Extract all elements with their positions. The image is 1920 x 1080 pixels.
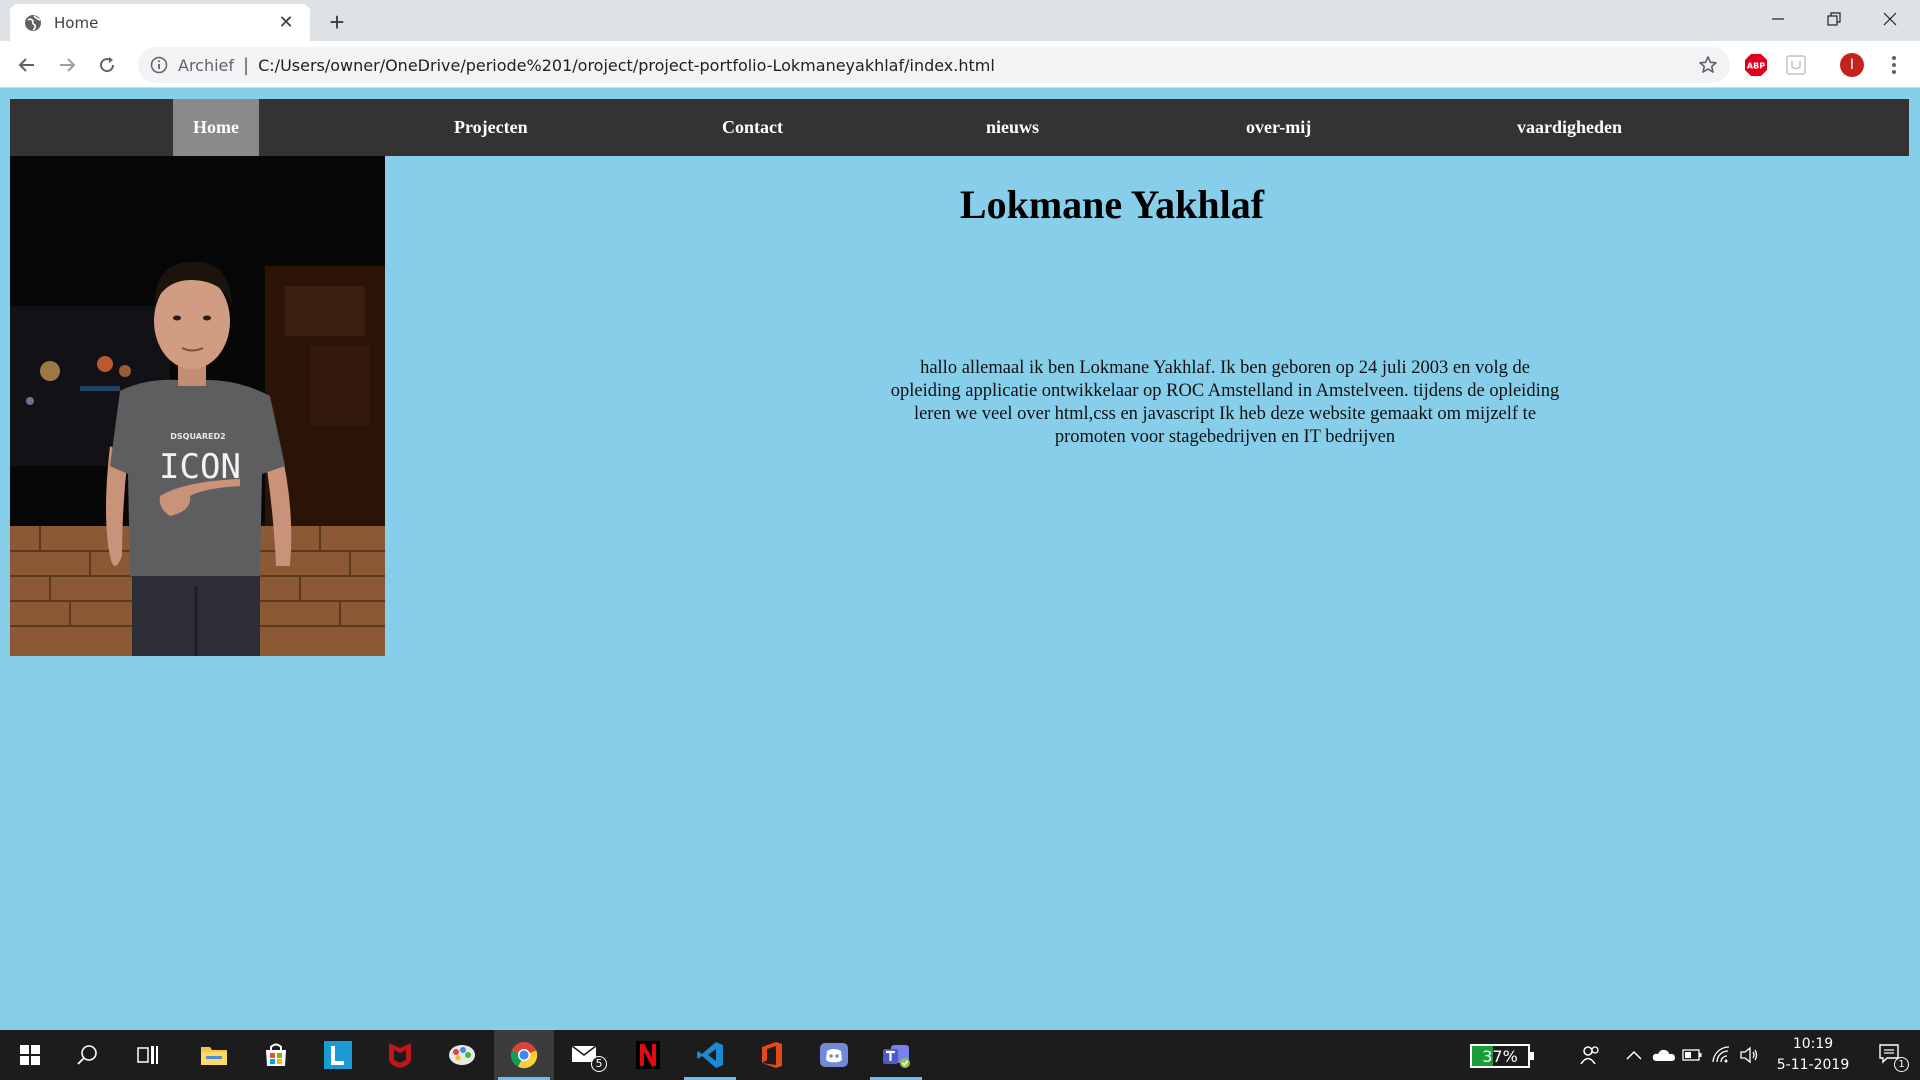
forward-button[interactable]: [52, 50, 82, 80]
nav-projecten[interactable]: Projecten: [434, 99, 548, 156]
reload-button[interactable]: [92, 50, 122, 80]
globe-icon: [24, 14, 42, 32]
url-text[interactable]: C:/Users/owner/OneDrive/periode%201/oroj…: [258, 56, 995, 75]
battery-percent: 37%: [1482, 1046, 1518, 1066]
task-view-icon[interactable]: [118, 1030, 178, 1080]
start-icon[interactable]: [0, 1030, 60, 1080]
clock-date: 5-11-2019: [1776, 1057, 1850, 1073]
battery-tray-icon[interactable]: [1680, 1030, 1704, 1080]
adblock-icon[interactable]: ABP: [1744, 53, 1768, 77]
shirt-brand-text: DSQUARED2: [170, 432, 225, 441]
bookmark-star-icon[interactable]: [1698, 55, 1718, 75]
chevron-up-icon[interactable]: [1622, 1030, 1646, 1080]
profile-avatar[interactable]: I: [1840, 53, 1864, 77]
chrome-icon[interactable]: [494, 1030, 554, 1080]
omnibox-separator: |: [243, 54, 250, 76]
nav-home[interactable]: Home: [173, 99, 259, 156]
tab-home[interactable]: Home ✕: [10, 4, 310, 41]
wifi-icon[interactable]: [1708, 1030, 1734, 1080]
mail-badge: 5: [591, 1056, 607, 1072]
intro-paragraph: hallo allemaal ik ben Lokmane Yakhlaf. I…: [890, 358, 1560, 447]
mail-icon[interactable]: 5: [556, 1030, 616, 1080]
browser-toolbar: Archief | C:/Users/owner/OneDrive/period…: [0, 41, 1920, 88]
onedrive-icon[interactable]: [1650, 1030, 1678, 1080]
profile-initial: I: [1840, 53, 1864, 77]
discord-icon[interactable]: [804, 1030, 864, 1080]
store-icon[interactable]: [246, 1030, 306, 1080]
nav-over-mij[interactable]: over-mij: [1226, 99, 1331, 156]
nav-nieuws[interactable]: nieuws: [966, 99, 1059, 156]
volume-icon[interactable]: [1736, 1030, 1762, 1080]
vscode-icon[interactable]: [680, 1030, 740, 1080]
shirt-print-text: ICON: [159, 447, 241, 487]
notification-count: 1: [1894, 1057, 1909, 1072]
people-icon[interactable]: [1576, 1030, 1604, 1080]
menu-icon[interactable]: [1882, 53, 1906, 77]
new-tab-button[interactable]: +: [322, 7, 352, 37]
page-heading-text: Lokmane Yakhlaf: [959, 182, 1265, 227]
nav-contact[interactable]: Contact: [702, 99, 803, 156]
extension-icon[interactable]: [1784, 53, 1808, 77]
l-app-icon[interactable]: [308, 1030, 368, 1080]
file-explorer-icon[interactable]: [184, 1030, 244, 1080]
paint-icon[interactable]: [432, 1030, 492, 1080]
teams-icon[interactable]: [866, 1030, 926, 1080]
site-nav: Home Projecten Contact nieuws over-mij v…: [10, 99, 1909, 156]
taskbar: 5 37% 10:19 5-11-2019 1: [0, 1030, 1920, 1080]
profile-photo: DSQUARED2 ICON: [10, 156, 385, 656]
mcafee-icon[interactable]: [370, 1030, 430, 1080]
close-window-button[interactable]: [1862, 0, 1918, 38]
archive-chip: Archief: [178, 55, 235, 75]
battery-indicator[interactable]: 37%: [1470, 1044, 1534, 1068]
clock-time: 10:19: [1792, 1036, 1834, 1052]
battery-nub: [1530, 1052, 1534, 1060]
tab-strip: Home ✕ +: [0, 0, 1920, 41]
minimize-button[interactable]: [1750, 0, 1806, 38]
netflix-icon[interactable]: [618, 1030, 678, 1080]
web-page: Home Projecten Contact nieuws over-mij v…: [0, 89, 1920, 1030]
restore-button[interactable]: [1806, 0, 1862, 38]
back-button[interactable]: [12, 50, 42, 80]
adblock-label: ABP: [1747, 62, 1765, 71]
notification-center-icon[interactable]: 1: [1866, 1030, 1916, 1080]
info-icon[interactable]: [150, 56, 168, 74]
clock[interactable]: 10:19 5-11-2019: [1768, 1034, 1858, 1076]
nav-vaardigheden[interactable]: vaardigheden: [1497, 99, 1642, 156]
search-icon[interactable]: [58, 1030, 118, 1080]
page-heading: Lokmane Yakhlaf: [385, 181, 1920, 228]
tab-close-icon[interactable]: ✕: [276, 12, 296, 33]
address-bar[interactable]: Archief | C:/Users/owner/OneDrive/period…: [138, 47, 1730, 83]
office-icon[interactable]: [742, 1030, 802, 1080]
tab-title: Home: [54, 13, 99, 32]
